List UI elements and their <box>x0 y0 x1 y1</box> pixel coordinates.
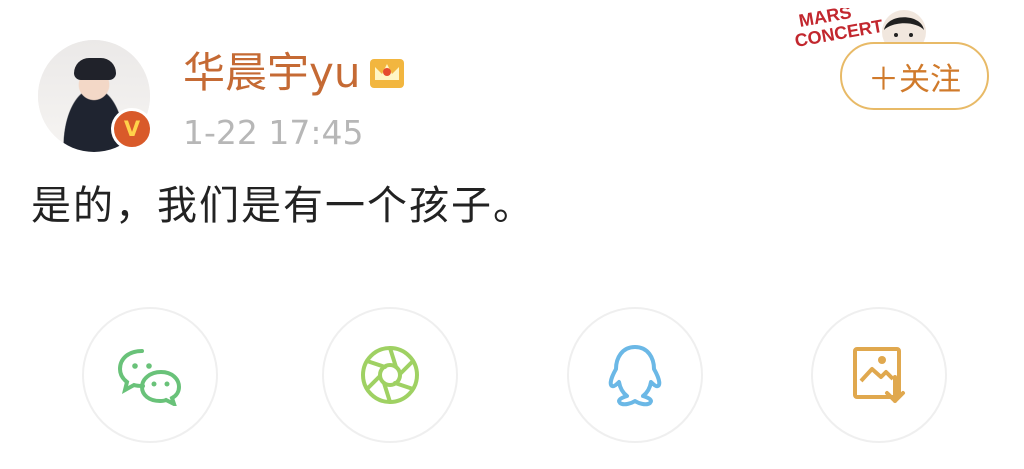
share-qq-button[interactable] <box>567 307 703 443</box>
avatar-hair <box>74 58 116 80</box>
timestamp: 1-22 17:45 <box>183 113 364 152</box>
post-text: 是的，我们是有一个孩子。 <box>31 183 535 229</box>
share-moments-button[interactable] <box>322 307 458 443</box>
save-image-icon <box>853 347 905 403</box>
qq-icon <box>608 345 662 407</box>
follow-button[interactable]: ＋关注 <box>840 42 989 110</box>
save-image-button[interactable] <box>811 307 947 443</box>
share-wechat-button[interactable] <box>82 307 218 443</box>
verified-badge: V <box>111 108 153 150</box>
wechat-icon <box>117 349 182 406</box>
crown-icon <box>370 59 404 88</box>
moments-icon <box>361 346 419 404</box>
avatar[interactable]: V <box>38 40 153 152</box>
username[interactable]: 华晨宇yu <box>183 47 360 99</box>
